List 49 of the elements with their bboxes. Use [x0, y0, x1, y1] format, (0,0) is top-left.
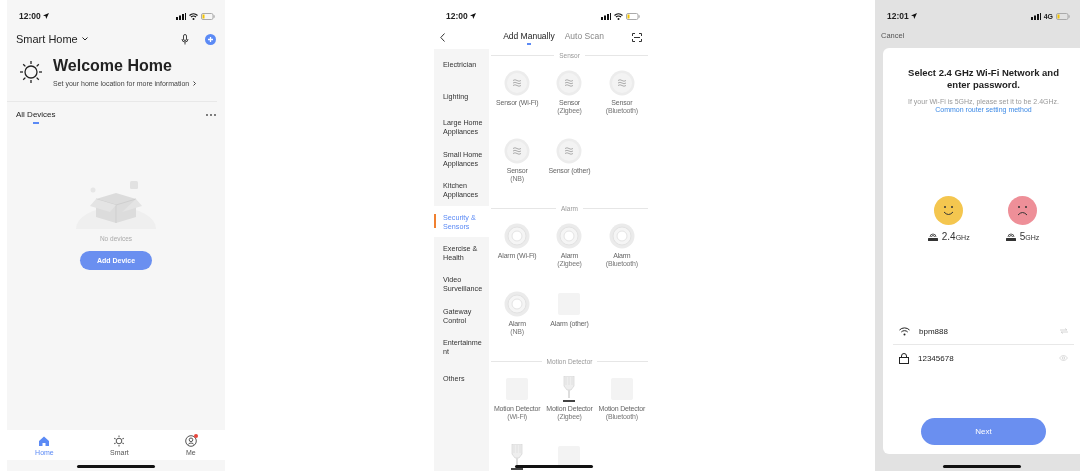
- battery-icon: [201, 12, 215, 20]
- add-icon[interactable]: [205, 33, 216, 45]
- round-alarm-icon: [556, 223, 583, 249]
- chevron-down-icon[interactable]: [81, 37, 88, 41]
- house-icon: [38, 434, 51, 447]
- sensor-icon: [504, 70, 531, 96]
- signal-icon: [176, 12, 186, 20]
- battery-icon: [1056, 12, 1070, 20]
- chevron-right-icon[interactable]: [193, 81, 197, 86]
- round-alarm-icon: [608, 223, 635, 249]
- router-icon: [1005, 232, 1016, 241]
- sensor-icon: [556, 138, 583, 164]
- home-title[interactable]: Smart Home: [16, 33, 78, 45]
- sensor-icon: [556, 70, 583, 96]
- sun-icon: [17, 58, 45, 86]
- microphone-icon[interactable]: [181, 33, 189, 45]
- sensor-icon: [608, 70, 635, 96]
- status-time: 12:00: [446, 11, 468, 21]
- more-icon[interactable]: [206, 113, 216, 116]
- round-alarm-icon: [504, 223, 531, 249]
- round-alarm-icon: [504, 291, 531, 317]
- back-icon[interactable]: [440, 32, 445, 42]
- wifi-name-field[interactable]: bpm888: [919, 326, 1051, 336]
- status-time: 12:00: [19, 11, 41, 21]
- welcome-title: Welcome Home: [53, 57, 173, 75]
- router-icon: [927, 232, 938, 241]
- device-group-tab[interactable]: All Devices: [16, 110, 56, 124]
- wifi-icon: [614, 12, 623, 20]
- signal-icon: [601, 12, 611, 20]
- wifi-icon: [189, 12, 198, 20]
- location-arrow-icon: [910, 13, 917, 19]
- add-mode-tab[interactable]: Auto Scan: [564, 30, 604, 44]
- battery-icon: [626, 12, 640, 20]
- signal-icon: [1030, 12, 1041, 20]
- dialog-title: Select 2.4 GHz Wi-Fi Network and enter password.: [907, 67, 1060, 91]
- add-mode-tab[interactable]: Add Manually: [503, 30, 555, 44]
- person-icon: [184, 434, 197, 447]
- lock-icon: [899, 352, 909, 364]
- device-placeholder: [558, 446, 581, 468]
- sun-icon: [113, 434, 126, 447]
- sensor-icon: [504, 138, 531, 164]
- location-arrow-icon: [469, 13, 476, 19]
- password-field[interactable]: 12345678: [918, 353, 1050, 363]
- status-time: 12:01: [887, 11, 909, 21]
- scan-icon[interactable]: [632, 32, 642, 42]
- wifi-icon: [899, 326, 910, 336]
- sad-face-icon: [1007, 196, 1037, 225]
- location-arrow-icon: [42, 13, 49, 19]
- smiley-face-icon: [934, 196, 964, 225]
